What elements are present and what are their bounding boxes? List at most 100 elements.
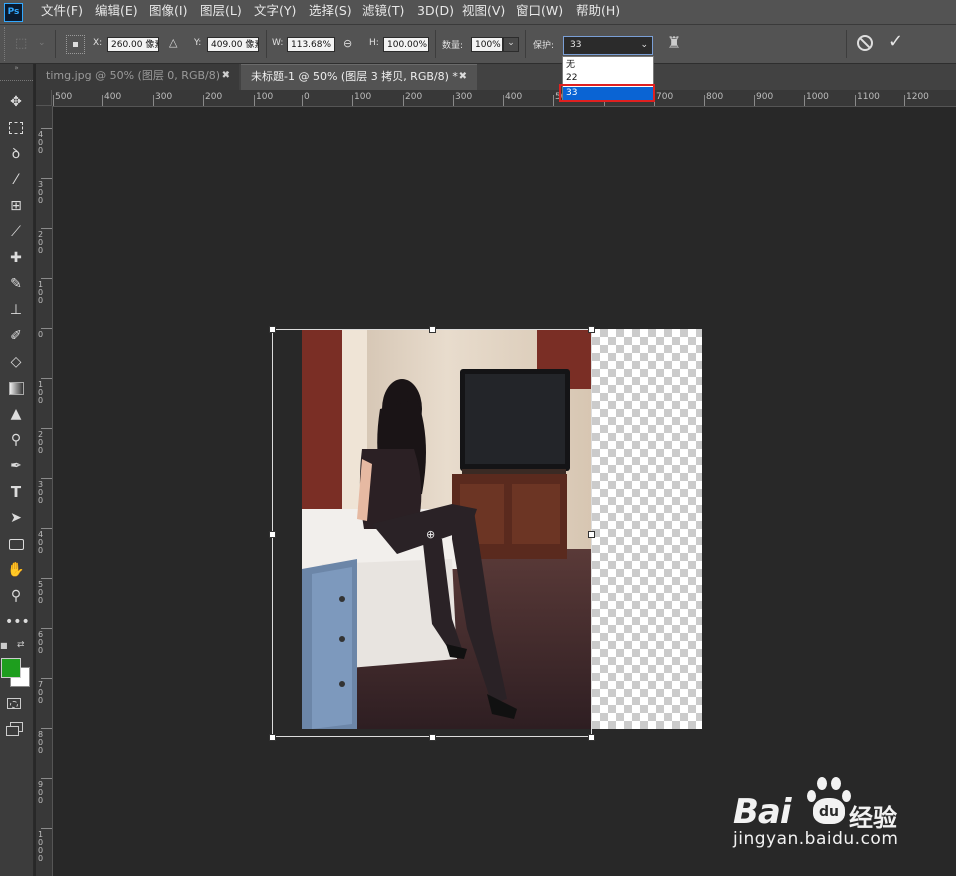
x-input[interactable]: 260.00 像素: [107, 37, 159, 52]
blur-icon[interactable]: ▲: [5, 404, 27, 424]
delta-icon[interactable]: △: [169, 36, 177, 49]
w-label: W:: [272, 38, 284, 48]
ruler-tick: [804, 95, 805, 106]
move-icon[interactable]: ✥: [5, 92, 27, 112]
marquee-icon[interactable]: [5, 118, 27, 138]
default-colors-icon[interactable]: ■: [0, 641, 8, 650]
transform-handle[interactable]: [269, 531, 276, 538]
menu-help[interactable]: 帮助(H): [576, 0, 620, 24]
ruler-label: 400: [38, 530, 44, 555]
ruler-label: 1000: [806, 92, 829, 102]
magic-wand-icon[interactable]: ⁄: [5, 170, 27, 190]
ruler-label: 400: [38, 130, 44, 155]
reference-point-icon[interactable]: [66, 35, 85, 54]
highlight-annotation: [559, 84, 655, 102]
ruler-label: 200: [405, 92, 423, 102]
path-selection-icon[interactable]: ➤: [5, 508, 27, 528]
ruler-tick: [41, 428, 52, 429]
commit-transform-icon[interactable]: ✓: [888, 31, 903, 52]
brush-icon[interactable]: ✎: [5, 274, 27, 294]
quick-mask-icon[interactable]: [7, 698, 21, 709]
amount-label: 数量:: [442, 41, 464, 51]
reference-point-marker-icon[interactable]: ⊕: [426, 528, 435, 541]
ruler-tick: [403, 95, 404, 106]
menu-file[interactable]: 文件(F): [41, 0, 83, 24]
history-brush-icon[interactable]: ✐: [5, 326, 27, 346]
w-input[interactable]: 113.68%: [287, 37, 335, 52]
screen-mode-icon[interactable]: [6, 722, 23, 736]
x-label: X:: [93, 38, 103, 48]
transform-handle[interactable]: [588, 734, 595, 741]
menu-filter[interactable]: 滤镜(T): [362, 0, 404, 24]
transform-handle[interactable]: [269, 326, 276, 333]
tool-preset-chevron-icon[interactable]: ⌄: [38, 38, 46, 48]
amount-input[interactable]: 100%: [471, 37, 503, 52]
pen-icon[interactable]: ✒: [5, 456, 27, 476]
eraser-icon[interactable]: ◇: [5, 352, 27, 372]
close-icon[interactable]: ✖: [459, 65, 467, 89]
ruler-tick: [41, 528, 52, 529]
gradient-icon[interactable]: [5, 378, 27, 398]
crop-icon[interactable]: ⊞: [5, 196, 27, 216]
foreground-color-swatch[interactable]: [1, 658, 21, 678]
menu-type[interactable]: 文字(Y): [254, 0, 296, 24]
menu-window[interactable]: 窗口(W): [516, 0, 563, 24]
protect-select[interactable]: 33 ⌄: [563, 36, 653, 55]
collapse-icon[interactable]: »: [0, 64, 33, 72]
dodge-icon[interactable]: ⚲: [5, 430, 27, 450]
menu-edit[interactable]: 编辑(E): [95, 0, 138, 24]
protect-select-value: 33: [570, 40, 582, 50]
ruler-label: 700: [656, 92, 674, 102]
protect-label: 保护:: [533, 41, 555, 51]
options-grip: [4, 27, 9, 61]
divider: [435, 30, 436, 58]
transform-handle[interactable]: [588, 531, 595, 538]
lasso-icon[interactable]: ꝺ: [5, 144, 27, 164]
clone-stamp-icon[interactable]: ⊥: [5, 300, 27, 320]
transform-handle[interactable]: [429, 326, 436, 333]
menu-view[interactable]: 视图(V): [462, 0, 505, 24]
ruler-tick: [754, 95, 755, 106]
type-icon[interactable]: T: [5, 482, 27, 502]
ruler-tick: [203, 95, 204, 106]
h-input[interactable]: 100.00%: [383, 37, 429, 52]
tab-untitled-1[interactable]: 未标题-1 @ 50% (图层 3 拷贝, RGB/8) * ✖: [241, 64, 477, 90]
zoom-icon[interactable]: ⚲: [5, 586, 27, 606]
transform-handle[interactable]: [588, 326, 595, 333]
more-tools-icon[interactable]: •••: [5, 612, 30, 632]
link-icon[interactable]: ⊖: [343, 37, 352, 50]
ruler-label: 900: [38, 780, 44, 805]
hand-icon[interactable]: ✋: [5, 560, 27, 580]
transform-handle[interactable]: [269, 734, 276, 741]
ruler-origin[interactable]: [36, 90, 52, 106]
ruler-tick: [153, 95, 154, 106]
healing-brush-icon[interactable]: ✚: [5, 248, 27, 268]
h-label: H:: [369, 38, 379, 48]
protect-skin-tones-icon[interactable]: ♜: [667, 33, 681, 52]
watermark-product: 经验: [849, 804, 897, 832]
baidu-paw-icon: du: [803, 774, 855, 826]
menu-3d[interactable]: 3D(D): [417, 0, 454, 24]
menu-select[interactable]: 选择(S): [309, 0, 352, 24]
ruler-tick: [41, 828, 52, 829]
eyedropper-icon[interactable]: ⟋: [5, 222, 27, 242]
protect-option-none[interactable]: 无: [563, 59, 653, 72]
y-input[interactable]: 409.00 像素: [207, 37, 259, 52]
ruler-tick: [254, 95, 255, 106]
amount-dropdown-icon[interactable]: ⌄: [503, 37, 519, 52]
swap-colors-icon[interactable]: ⇄: [17, 640, 25, 650]
menu-image[interactable]: 图像(I): [149, 0, 187, 24]
cancel-transform-icon[interactable]: [857, 35, 873, 51]
ruler-label: 100: [38, 280, 44, 305]
tab-timg[interactable]: timg.jpg @ 50% (图层 0, RGB/8) * ✖: [36, 64, 239, 90]
close-icon[interactable]: ✖: [222, 64, 230, 88]
transform-tool-icon[interactable]: ⬚: [15, 36, 27, 51]
shape-icon[interactable]: [5, 534, 27, 554]
menu-layer[interactable]: 图层(L): [200, 0, 242, 24]
transform-handle[interactable]: [429, 734, 436, 741]
chevron-down-icon: ⌄: [640, 40, 648, 50]
watermark-brand2: du: [819, 804, 839, 820]
ruler-tick: [41, 328, 52, 329]
ruler-tick: [553, 95, 554, 106]
ruler-label: 300: [455, 92, 473, 102]
